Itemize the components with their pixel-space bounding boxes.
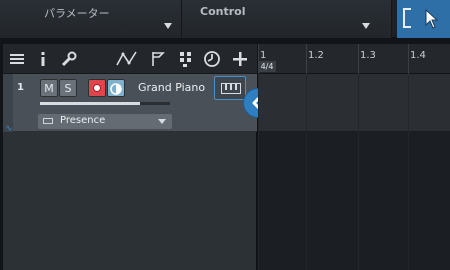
track-toolbar xyxy=(3,44,257,74)
top-bar: パラメーター Control xyxy=(0,0,450,38)
track-number: 1 xyxy=(17,82,24,93)
edit-tool-button[interactable] xyxy=(397,0,450,38)
monitor-icon xyxy=(110,83,122,95)
record-icon xyxy=(93,84,101,92)
mute-button[interactable]: M xyxy=(40,79,58,97)
arrangement-timeline[interactable]: 1 4/4 1.2 1.3 1.4 xyxy=(258,44,450,270)
volume-fader[interactable] xyxy=(40,102,170,105)
instrument-editor-button[interactable] xyxy=(214,76,246,100)
list-icon[interactable] xyxy=(7,49,27,69)
keyboard-icon xyxy=(43,118,53,124)
volume-fader-fill xyxy=(40,102,141,105)
arrow-cursor-icon xyxy=(425,9,439,29)
control-dropdown[interactable]: Control xyxy=(182,0,392,38)
preset-selector[interactable]: Presence xyxy=(38,114,172,129)
keyboard-icon xyxy=(221,83,241,94)
add-icon[interactable] xyxy=(230,49,250,69)
preset-name: Presence xyxy=(60,115,106,126)
clock-icon[interactable] xyxy=(202,49,222,69)
track-name[interactable]: Grand Piano xyxy=(138,81,205,94)
solo-button[interactable]: S xyxy=(59,79,77,97)
time-signature[interactable]: 4/4 xyxy=(258,61,276,72)
wrench-icon[interactable] xyxy=(59,49,79,69)
track-list: 1 M S Grand Piano Presence ∿ xyxy=(3,44,257,270)
bracket-icon xyxy=(403,8,411,28)
parameters-dropdown[interactable]: パラメーター xyxy=(0,0,182,38)
track-row-grand-piano[interactable]: 1 M S Grand Piano Presence xyxy=(3,74,257,132)
parameters-label: パラメーター xyxy=(44,7,110,20)
bar-label: 1 xyxy=(260,50,267,61)
bar-label: 1.3 xyxy=(360,50,376,61)
bar-label: 1.2 xyxy=(308,50,324,61)
flag-icon[interactable] xyxy=(148,49,168,69)
chevron-down-icon xyxy=(158,119,166,124)
time-ruler[interactable]: 1 4/4 1.2 1.3 1.4 xyxy=(258,44,450,74)
info-icon[interactable] xyxy=(33,49,53,69)
control-label: Control xyxy=(200,5,246,18)
automation-lane-icon[interactable]: ∿ xyxy=(5,124,13,134)
grid-icon[interactable] xyxy=(176,49,196,69)
automation-icon[interactable] xyxy=(115,49,137,69)
record-arm-button[interactable] xyxy=(88,79,106,97)
chevron-down-icon xyxy=(362,23,370,29)
track-lane[interactable] xyxy=(258,74,450,132)
chevron-down-icon xyxy=(164,23,172,29)
bar-label: 1.4 xyxy=(410,50,426,61)
monitor-button[interactable] xyxy=(107,79,125,97)
